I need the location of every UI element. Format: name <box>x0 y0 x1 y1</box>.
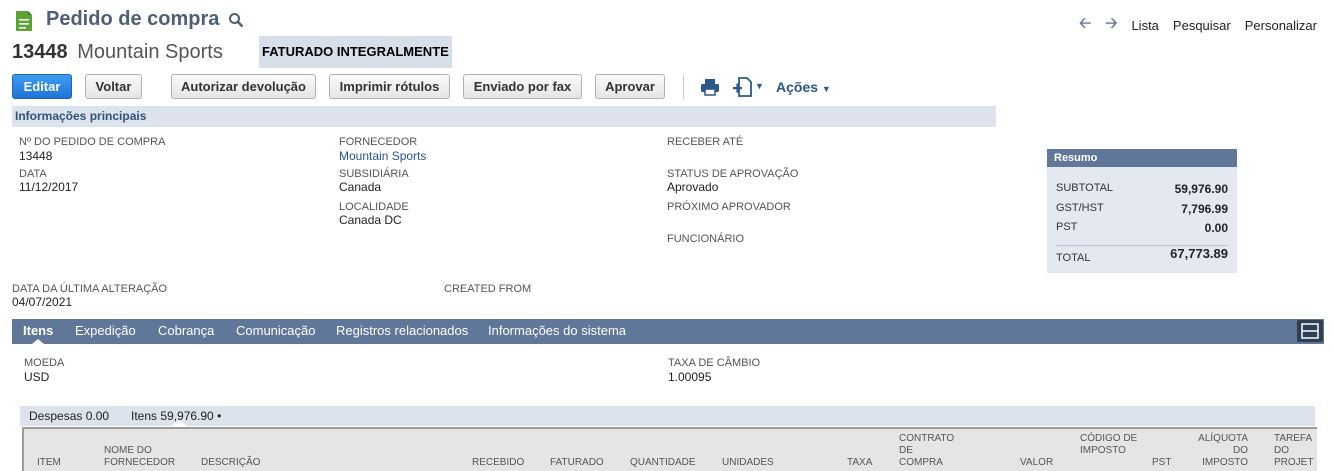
column-header[interactable]: FATURADO <box>550 457 604 469</box>
location-value: Canada DC <box>339 213 402 227</box>
authorize-return-button[interactable]: Autorizar devolução <box>171 74 316 99</box>
forward-arrow-icon[interactable]: 🡢 <box>1105 13 1117 38</box>
column-header[interactable]: ITEM <box>37 457 61 469</box>
layout-toggle-icon[interactable] <box>1297 320 1323 342</box>
employee-label: FUNCIONÁRIO <box>667 233 744 245</box>
tab-shipping[interactable]: Expedição <box>75 319 136 344</box>
po-number-value: 13448 <box>19 149 53 163</box>
po-number-label: Nº DO PEDIDO DE COMPRA <box>19 136 166 148</box>
chevron-down-icon[interactable]: ▼ <box>755 81 764 91</box>
column-header[interactable]: DESCRIÇÃO <box>201 457 260 469</box>
status-badge: FATURADO INTEGRALMENTE <box>259 36 452 68</box>
page-title: Pedido de compra <box>46 8 220 30</box>
list-subtab-bar: Despesas 0.00 Itens 59,976.90 • <box>20 406 1315 426</box>
column-header[interactable]: NOME DO FORNECEDOR <box>104 445 175 469</box>
column-header[interactable]: TAREFA DO PROJET <box>1274 433 1316 469</box>
subtab-bar: Itens Expedição Cobrança Comunicação Reg… <box>12 319 1324 344</box>
search-link[interactable]: Pesquisar <box>1173 18 1231 33</box>
active-list-indicator <box>171 420 187 426</box>
new-document-icon[interactable] <box>732 76 754 98</box>
expenses-subtab[interactable]: Despesas 0.00 <box>29 406 109 426</box>
pst-value: 0.00 <box>1204 221 1228 235</box>
active-tab-indicator <box>32 339 45 344</box>
column-header[interactable]: CÓDIGO DE IMPOSTO <box>1080 433 1138 457</box>
subsidiary-label: SUBSIDIÁRIA <box>339 168 409 180</box>
summary-box: Resumo SUBTOTAL 59,976.90 GST/HST 7,796.… <box>1047 149 1237 273</box>
items-grid-header: ITEM NOME DO FORNECEDOR DESCRIÇÃO RECEBI… <box>22 427 1317 471</box>
purchase-order-icon <box>16 11 32 31</box>
print-labels-button[interactable]: Imprimir rótulos <box>329 74 450 99</box>
subtotal-value: 59,976.90 <box>1174 182 1228 196</box>
record-number: 13448 <box>12 41 68 63</box>
actions-menu[interactable]: Ações ▼ <box>776 79 831 95</box>
column-header[interactable]: RECEBIDO <box>472 457 524 469</box>
approval-status-label: STATUS DE APROVAÇÃO <box>667 168 799 180</box>
currency-value: USD <box>24 370 50 384</box>
vendor-link[interactable]: Mountain Sports <box>339 149 426 163</box>
vendor-label: FORNECEDOR <box>339 136 418 148</box>
date-value: 11/12/2017 <box>19 180 79 194</box>
record-heading: 13448 Mountain Sports <box>12 41 223 64</box>
last-modified-value: 04/07/2021 <box>12 295 73 309</box>
pst-label: PST <box>1056 221 1078 233</box>
toolbar-divider <box>683 75 684 99</box>
column-header[interactable]: VALOR <box>1020 457 1053 469</box>
column-header[interactable]: PST <box>1152 457 1171 469</box>
section-main-info[interactable]: Informações principais <box>12 106 996 127</box>
tab-related-records[interactable]: Registros relacionados <box>336 319 468 344</box>
receive-by-label: RECEBER ATÉ <box>667 136 744 148</box>
list-link[interactable]: Lista <box>1131 18 1158 33</box>
currency-label: MOEDA <box>24 357 65 369</box>
created-from-label: CREATED FROM <box>444 283 532 295</box>
gst-label: GST/HST <box>1056 202 1104 214</box>
fax-button[interactable]: Enviado por fax <box>463 74 582 99</box>
actions-label: Ações <box>776 79 819 95</box>
column-header[interactable]: QUANTIDADE <box>630 457 696 469</box>
actions-chevron-icon: ▼ <box>821 84 831 94</box>
summary-title: Resumo <box>1047 149 1237 167</box>
tab-items-label: Itens <box>23 323 54 338</box>
approve-button[interactable]: Aprovar <box>595 74 665 99</box>
subsidiary-value: Canada <box>339 180 382 194</box>
customize-link[interactable]: Personalizar <box>1245 18 1317 33</box>
back-arrow-icon[interactable]: 🡠 <box>1079 13 1091 38</box>
approval-status-value: Aprovado <box>667 180 719 194</box>
column-header[interactable]: ALÍQUOTA DO IMPOSTO <box>1196 433 1248 469</box>
gst-value: 7,796.99 <box>1181 202 1228 216</box>
tab-system-information[interactable]: Informações do sistema <box>488 319 626 344</box>
edit-button[interactable]: Editar <box>12 74 72 99</box>
date-label: DATA <box>19 168 47 180</box>
exchange-rate-label: TAXA DE CÂMBIO <box>668 357 761 369</box>
search-icon[interactable] <box>228 12 244 28</box>
print-icon[interactable] <box>700 78 720 96</box>
tab-billing[interactable]: Cobrança <box>158 319 214 344</box>
tab-communication[interactable]: Comunicação <box>236 319 316 344</box>
total-label: TOTAL <box>1056 252 1091 264</box>
column-header[interactable]: CONTRATO DE COMPRA <box>899 433 959 469</box>
record-name: Mountain Sports <box>77 41 223 63</box>
next-approver-label: PRÓXIMO APROVADOR <box>667 201 791 213</box>
exchange-rate-value: 1.00095 <box>668 370 712 384</box>
column-header[interactable]: TAXA <box>847 457 872 469</box>
location-label: LOCALIDADE <box>339 201 409 213</box>
tab-items[interactable]: Itens <box>23 319 53 344</box>
subtotal-label: SUBTOTAL <box>1056 182 1114 194</box>
back-button[interactable]: Voltar <box>85 74 142 99</box>
column-header[interactable]: UNIDADES <box>722 457 774 469</box>
total-value: 67,773.89 <box>1170 246 1228 261</box>
top-navigation: 🡠 🡢 Lista Pesquisar Personalizar <box>1079 13 1317 38</box>
last-modified-label: DATA DA ÚLTIMA ALTERAÇÃO <box>12 283 168 295</box>
